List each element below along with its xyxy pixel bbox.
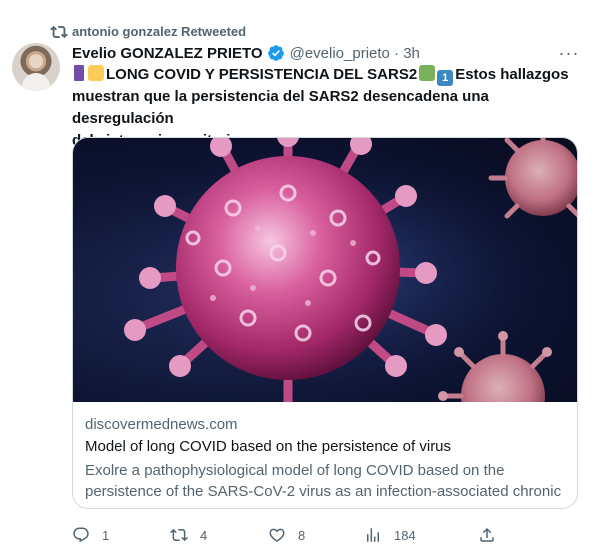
share-button[interactable] (478, 524, 496, 546)
green-square-emoji-icon (419, 65, 436, 81)
avatar[interactable] (12, 43, 60, 91)
retweet-button[interactable]: 4 (170, 524, 207, 546)
tweet-line1: LONG COVID Y PERSISTENCIA DEL SARS2 (106, 66, 418, 83)
views-button[interactable]: 184 (364, 524, 416, 546)
tweet-actions: 1 4 8 184 (72, 524, 512, 548)
heart-icon (269, 528, 285, 542)
views-count: 184 (394, 527, 416, 543)
reply-button[interactable]: 1 (72, 524, 109, 546)
yellow-square-emoji-icon (88, 65, 104, 81)
retweet-context-text[interactable]: antonio gonzalez Retweeted (72, 24, 246, 39)
card-description: Exolre a pathophysiological model of lon… (85, 462, 562, 508)
reply-icon (73, 527, 89, 543)
tweet[interactable]: antonio gonzalez Retweeted Evelio GONZAL… (0, 0, 598, 560)
books-emoji-icon (74, 65, 84, 81)
retweet-icon (50, 25, 68, 39)
reply-count: 1 (102, 527, 110, 543)
like-button[interactable]: 8 (268, 524, 305, 546)
virus-illustration (73, 138, 577, 402)
retweet-count: 4 (200, 527, 208, 543)
keycap-one-emoji-icon: 1 (437, 70, 454, 86)
card-domain: discovermednews.com (85, 416, 238, 433)
card-title[interactable]: Model of long COVID based on the persist… (85, 438, 451, 455)
card-image-virus[interactable] (73, 138, 577, 402)
tweet-line2: muestran que la persistencia del SARS2 d… (72, 88, 489, 127)
like-count: 8 (298, 527, 306, 543)
tweet-header: Evelio GONZALEZ PRIETO @evelio_prieto · … (72, 42, 420, 64)
verified-badge-icon (267, 45, 284, 61)
share-icon (480, 527, 494, 542)
author-name[interactable]: Evelio GONZALEZ PRIETO (72, 45, 263, 62)
retweet-action-icon (170, 528, 188, 542)
more-options-icon[interactable]: ··· (559, 43, 579, 63)
tweet-line1-after: Estos hallazgos (455, 66, 569, 83)
author-handle-time[interactable]: @evelio_prieto · 3h (290, 45, 420, 62)
views-chart-icon (367, 528, 379, 542)
link-card[interactable]: discovermednews.com Model of long COVID … (72, 137, 578, 509)
